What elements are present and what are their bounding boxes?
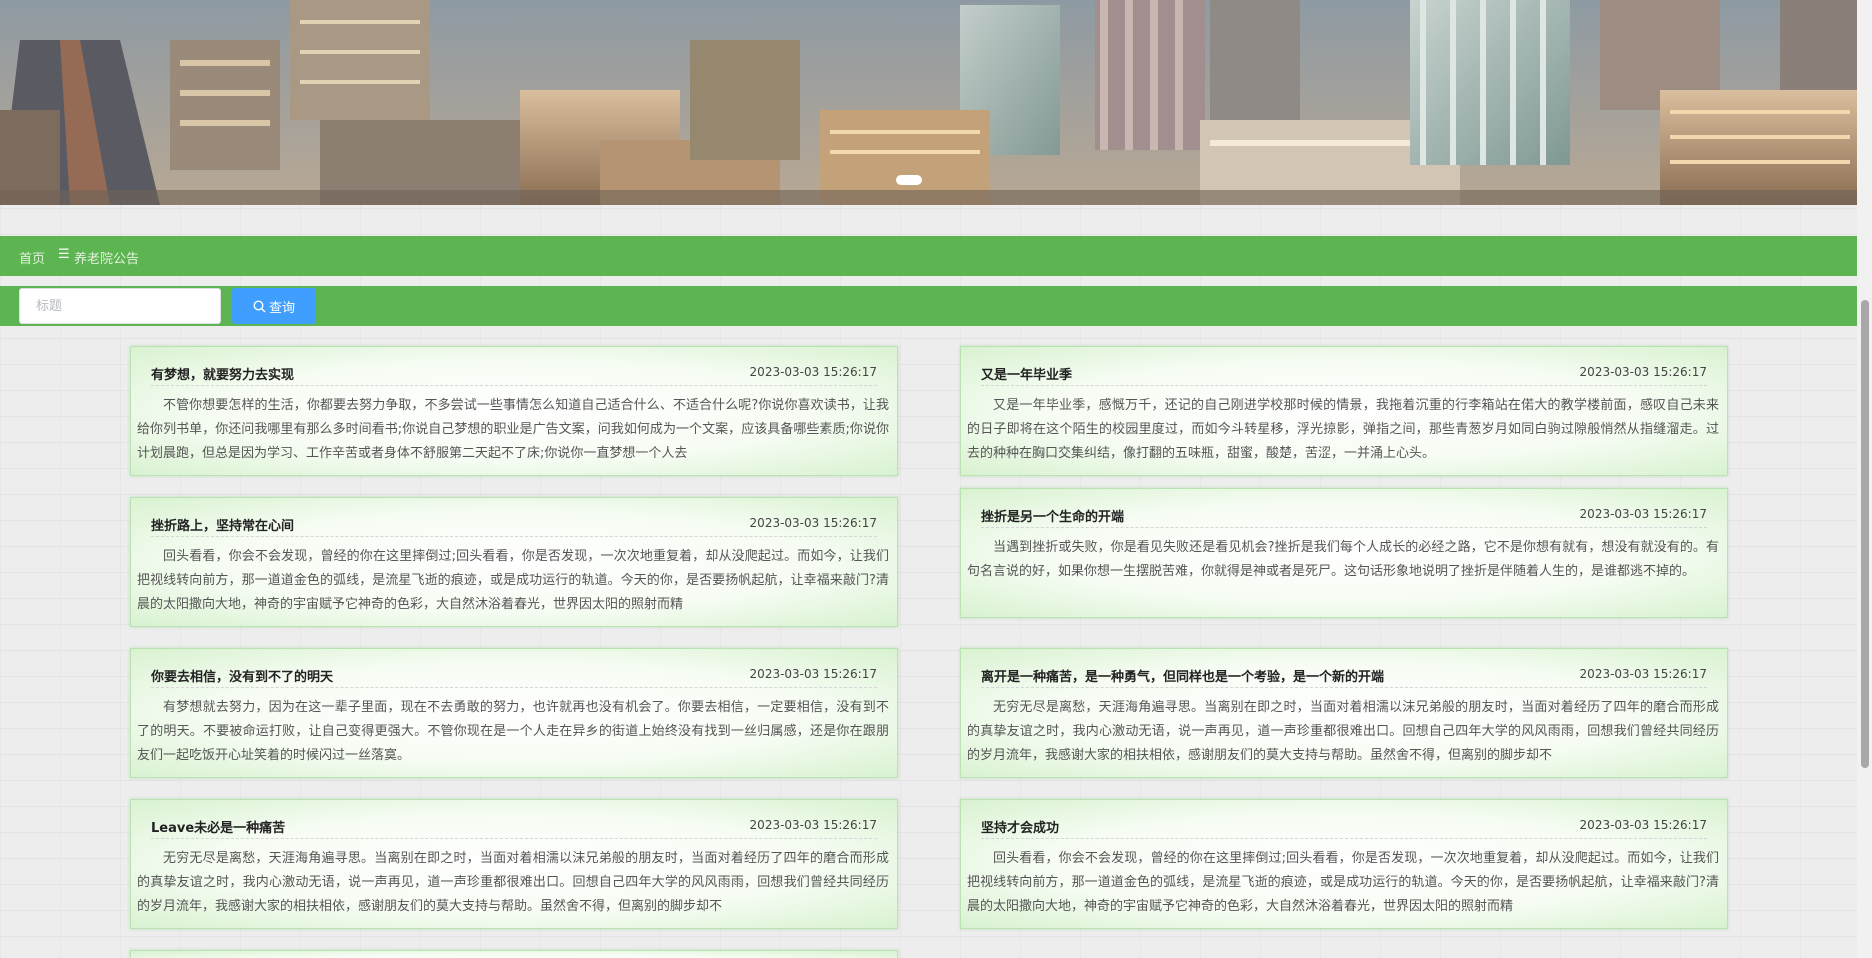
card-timestamp: 2023-03-03 15:26:17: [749, 818, 877, 832]
card-title: 坚持才会成功: [981, 821, 1060, 836]
card-body: 又是一年毕业季，感慨万千，还记的自己刚进学校那时候的情景，我拖着沉重的行李箱站在…: [967, 398, 1719, 461]
notice-card[interactable]: 挫折是另一个生命的开端 2023-03-03 15:26:17 当遇到挫折或失败…: [960, 488, 1728, 618]
card-title: Leave未必是一种痛苦: [151, 821, 286, 836]
notice-card[interactable]: 坚持才会成功 2023-03-03 15:26:17 回头看看，你会不会发现，曾…: [960, 799, 1728, 929]
card-header: 坚持才会成功 2023-03-03 15:26:17: [981, 814, 1707, 839]
card-header: 有梦想，就要努力去实现 2023-03-03 15:26:17: [151, 361, 877, 386]
card-body: 无穷无尽是离愁，天涯海角遍寻思。当离别在即之时，当面对着相濡以沫兄弟般的朋友时，…: [967, 700, 1719, 763]
breadcrumb: 首页 ☰ 养老院公告: [0, 236, 1857, 276]
vertical-scrollbar[interactable]: [1857, 0, 1872, 958]
card-title: 挫折路上，坚持常在心间: [151, 519, 295, 534]
card-body: 不管你想要怎样的生活，你都要去努力争取，不多尝试一些事情怎么知道自己适合什么、不…: [137, 398, 889, 461]
card-timestamp: 2023-03-03 15:26:17: [749, 667, 877, 681]
card-header: Leave未必是一种痛苦 2023-03-03 15:26:17: [151, 814, 877, 839]
search-button[interactable]: 查询: [232, 288, 316, 324]
search-icon: [253, 299, 266, 312]
card-timestamp: 2023-03-03 15:26:17: [1579, 667, 1707, 681]
notice-card[interactable]: 你要去相信，没有到不了的明天 2023-03-03 15:26:17 有梦想就去…: [130, 648, 898, 778]
card-body: 回头看看，你会不会发现，曾经的你在这里摔倒过;回头看看，你是否发现，一次次地重复…: [967, 851, 1719, 914]
card-title: 挫折是另一个生命的开端: [981, 510, 1125, 525]
notice-card[interactable]: 又是一年毕业季 2023-03-03 15:26:17 又是一年毕业季，感慨万千…: [960, 346, 1728, 476]
city-skyline-image: [0, 0, 1857, 205]
card-header: 你要去相信，没有到不了的明天 2023-03-03 15:26:17: [151, 663, 877, 688]
card-body: 当遇到挫折或失败，你是看见失败还是看见机会?挫折是我们每个人成长的必经之路，它不…: [967, 540, 1719, 579]
carousel-indicator[interactable]: [896, 175, 922, 185]
card-timestamp: 2023-03-03 15:26:17: [749, 516, 877, 530]
card-title: 有梦想，就要努力去实现: [151, 368, 295, 383]
notice-card[interactable]: Leave未必是一种痛苦 2023-03-03 15:26:17 无穷无尽是离愁…: [130, 799, 898, 929]
card-header: 离开是一种痛苦，是一种勇气，但同样也是一个考验，是一个新的开端 2023-03-…: [981, 663, 1707, 688]
card-body: 有梦想就去努力，因为在这一辈子里面，现在不去勇敢的努力，也许就再也没有机会了。你…: [137, 700, 889, 763]
card-header: 挫折是另一个生命的开端 2023-03-03 15:26:17: [981, 503, 1707, 528]
notice-card[interactable]: 挫折路上，坚持常在心间 2023-03-03 15:26:17 回头看看，你会不…: [130, 497, 898, 627]
card-title: 离开是一种痛苦，是一种勇气，但同样也是一个考验，是一个新的开端: [981, 670, 1385, 685]
breadcrumb-home[interactable]: 首页: [19, 248, 45, 267]
page: 首页 ☰ 养老院公告 查询 有梦想，就要努力去实现 2023-03-03 15:…: [0, 0, 1857, 958]
card-header: 又是一年毕业季 2023-03-03 15:26:17: [981, 361, 1707, 386]
card-timestamp: 2023-03-03 15:26:17: [1579, 365, 1707, 379]
card-timestamp: 2023-03-03 15:26:17: [1579, 507, 1707, 521]
notice-card-partial[interactable]: [130, 950, 898, 958]
card-body: 无穷无尽是离愁，天涯海角遍寻思。当离别在即之时，当面对着相濡以沫兄弟般的朋友时，…: [137, 851, 889, 914]
card-timestamp: 2023-03-03 15:26:17: [749, 365, 877, 379]
notice-card[interactable]: 离开是一种痛苦，是一种勇气，但同样也是一个考验，是一个新的开端 2023-03-…: [960, 648, 1728, 778]
search-bar: 查询: [0, 286, 1857, 326]
card-body: 回头看看，你会不会发现，曾经的你在这里摔倒过;回头看看，你是否发现，一次次地重复…: [137, 549, 889, 612]
banner-carousel[interactable]: [0, 0, 1857, 205]
card-title: 又是一年毕业季: [981, 368, 1073, 383]
breadcrumb-separator-icon: ☰: [58, 247, 70, 262]
scrollbar-thumb[interactable]: [1861, 300, 1869, 768]
card-header: 挫折路上，坚持常在心间 2023-03-03 15:26:17: [151, 512, 877, 537]
search-button-label: 查询: [268, 300, 295, 316]
search-input[interactable]: [19, 288, 221, 324]
card-timestamp: 2023-03-03 15:26:17: [1579, 818, 1707, 832]
card-title: 你要去相信，没有到不了的明天: [151, 670, 334, 685]
notice-card[interactable]: 有梦想，就要努力去实现 2023-03-03 15:26:17 不管你想要怎样的…: [130, 346, 898, 476]
breadcrumb-current: 养老院公告: [74, 252, 140, 267]
